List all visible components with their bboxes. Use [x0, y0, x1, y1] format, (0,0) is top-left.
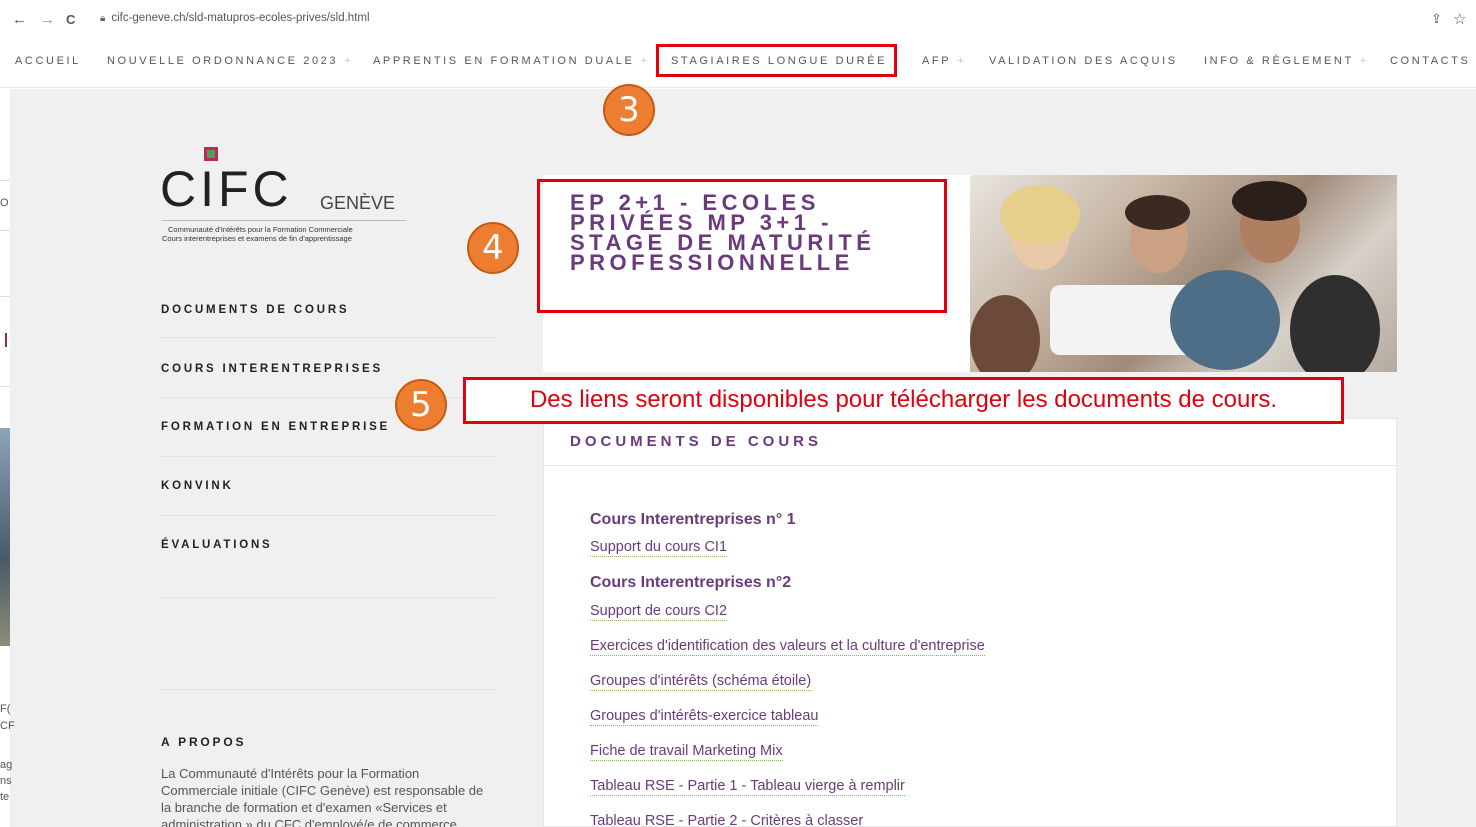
strip-text: ag — [0, 759, 13, 771]
logo-text: CIFC — [160, 161, 293, 217]
doc-link-ci2[interactable]: Support de cours CI2 — [590, 602, 728, 621]
doc-link-exercices[interactable]: Exercices d'identification des valeurs e… — [590, 637, 985, 656]
photo-shape — [1290, 275, 1380, 372]
step-badge-5: 5 — [395, 379, 447, 431]
plus-icon: + — [957, 55, 964, 67]
photo-shape — [1125, 195, 1190, 230]
nav-label: ACCUEIL — [15, 55, 81, 67]
sidebar-item-cours[interactable]: COURS INTERENTREPRISES — [161, 363, 383, 375]
nav-label: INFO & RÈGLEMENT — [1204, 55, 1354, 67]
strip-text: te — [0, 791, 10, 803]
nav-label: CONTACTS — [1390, 55, 1471, 67]
divider — [0, 386, 10, 387]
nav-apprentis[interactable]: APPRENTIS EN FORMATION DUALE + — [373, 55, 647, 67]
browser-toolbar: ← → C 🔒︎ cifc-geneve.ch/sld-matupros-eco… — [0, 0, 1476, 40]
divider — [160, 515, 495, 516]
divider — [543, 465, 1397, 466]
nav-label: APPRENTIS EN FORMATION DUALE — [373, 55, 635, 67]
address-bar[interactable]: 🔒︎ cifc-geneve.ch/sld-matupros-ecoles-pr… — [100, 12, 370, 24]
annotation-callout: Des liens seront disponibles pour téléch… — [463, 377, 1344, 424]
step-badge-3: 3 — [603, 84, 655, 136]
plus-icon: + — [640, 55, 647, 67]
sidebar-item-konvink[interactable]: KONVINK — [161, 480, 234, 492]
strip-text: CF — [0, 720, 15, 732]
nav-contacts[interactable]: CONTACTS — [1390, 55, 1470, 67]
forward-icon[interactable]: → — [40, 11, 55, 29]
logo-mark-icon — [204, 147, 218, 161]
plus-icon: + — [344, 55, 351, 67]
doc-link-exercice-tableau[interactable]: Groupes d'intérêts-exercice tableau — [590, 707, 819, 726]
divider — [160, 597, 495, 598]
strip-text: ns — [0, 775, 12, 787]
sidebar-item-evaluations[interactable]: ÉVALUATIONS — [161, 539, 273, 551]
highlight-box-title — [537, 179, 947, 313]
doc-link-marketing-mix[interactable]: Fiche de travail Marketing Mix — [590, 742, 783, 761]
divider — [0, 296, 10, 297]
lock-icon: 🔒︎ — [100, 12, 106, 24]
nav-afp[interactable]: AFP + — [922, 55, 964, 67]
doc-link-rse-2[interactable]: Tableau RSE - Partie 2 - Critères à clas… — [590, 812, 863, 827]
nav-info[interactable]: INFO & RÈGLEMENT + — [1204, 55, 1366, 67]
nav-validation[interactable]: VALIDATION DES ACQUIS — [989, 55, 1178, 67]
divider — [160, 337, 495, 338]
sidebar-item-formation[interactable]: FORMATION EN ENTREPRISE — [161, 421, 390, 433]
section-heading: Cours Interentreprises n° 1 — [590, 511, 796, 528]
divider — [160, 689, 495, 690]
divider — [0, 180, 10, 181]
about-title: A PROPOS — [161, 735, 247, 749]
nav-label: NOUVELLE ORDONNANCE 2023 — [107, 55, 339, 67]
section-title: DOCUMENTS DE COURS — [570, 433, 823, 450]
team-photo — [970, 175, 1397, 372]
reload-icon[interactable]: C — [66, 11, 75, 29]
photo-shape — [1000, 185, 1080, 245]
photo-shape — [1232, 181, 1307, 221]
divider — [160, 456, 495, 457]
nav-label: AFP — [922, 55, 952, 67]
sidebar-item-documents[interactable]: DOCUMENTS DE COURS — [161, 304, 349, 316]
logo-subtitle: Cours interentreprises et examens de fin… — [162, 234, 352, 243]
plus-icon: + — [1359, 55, 1367, 67]
about-text: La Communauté d'Intérêts pour la Formati… — [161, 766, 484, 827]
logo-city: GENÈVE — [320, 193, 396, 213]
photo-shape — [970, 295, 1040, 372]
strip-text: F( — [0, 703, 11, 715]
section-heading: Cours Interentreprises n°2 — [590, 574, 792, 591]
doc-link-ci1[interactable]: Support du cours CI1 — [590, 538, 728, 557]
url-text: cifc-geneve.ch/sld-matupros-ecoles-prive… — [111, 12, 370, 24]
nav-nouvelle-ordonnance[interactable]: NOUVELLE ORDONNANCE 2023 + — [107, 55, 351, 67]
step-badge-4: 4 — [467, 222, 519, 274]
nav-accueil[interactable]: ACCUEIL — [15, 55, 81, 67]
highlight-box-nav — [656, 44, 897, 77]
doc-link-schema-etoile[interactable]: Groupes d'intérêts (schéma étoile) — [590, 672, 812, 691]
accent-mark — [5, 333, 7, 347]
strip-text: O — [0, 197, 9, 209]
nav-label: VALIDATION DES ACQUIS — [989, 55, 1178, 67]
back-icon[interactable]: ← — [12, 11, 27, 29]
left-overlay-strip: O F( CF ag ns te — [0, 89, 15, 827]
doc-link-rse-1[interactable]: Tableau RSE - Partie 1 - Tableau vierge … — [590, 777, 905, 796]
share-icon[interactable]: ⇪ — [1431, 11, 1442, 27]
divider — [0, 230, 10, 231]
photo-shape — [1170, 270, 1280, 370]
strip-photo — [0, 428, 10, 646]
documents-card — [543, 418, 1397, 827]
logo-subtitle: Communauté d'Intérêts pour la Formation … — [168, 225, 353, 234]
bookmark-star-icon[interactable]: ☆ — [1453, 10, 1466, 28]
divider — [162, 220, 406, 221]
